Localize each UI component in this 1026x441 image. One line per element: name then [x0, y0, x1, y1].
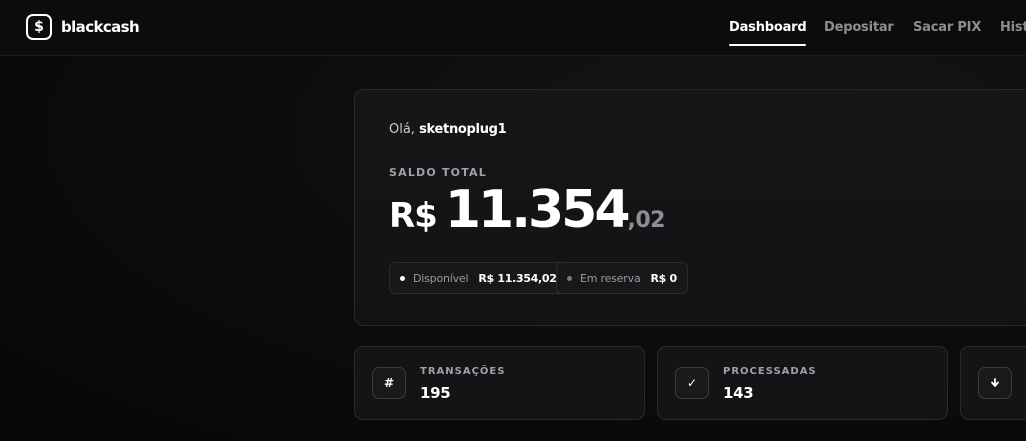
arrow-down-glyph — [991, 378, 999, 387]
status-dot-icon — [400, 275, 405, 281]
username: sketnoplug1 — [419, 122, 507, 137]
stat-value: 143 — [723, 384, 754, 402]
balance-cents: ,02 — [627, 208, 666, 233]
reserve-balance-pill: Em reserva R$ 0 — [556, 262, 688, 294]
balance-integer: 11.354 — [444, 180, 631, 240]
nav-tab-sacar-pix[interactable]: Sacar PIX — [913, 20, 981, 35]
stat-value: 195 — [420, 384, 451, 402]
check-icon: ✓ — [675, 367, 709, 399]
balance-currency: R$ — [389, 196, 438, 236]
nav-tab-label: Dashboard — [729, 20, 807, 35]
reserve-label: Em reserva — [580, 271, 641, 285]
available-balance-pill: Disponível R$ 11.354,02 — [389, 262, 568, 294]
stat-label: TRANSAÇÕES — [420, 366, 506, 377]
greeting-text: Olá, sketnoplug1 — [389, 122, 507, 137]
stat-card-processadas: ✓ PROCESSADAS 143 — [657, 346, 948, 420]
arrow-down-icon — [978, 367, 1012, 399]
brand-name: blackcash — [61, 18, 140, 36]
dollar-icon: $ — [26, 14, 52, 40]
stat-label: PROCESSADAS — [723, 366, 817, 377]
total-balance-label: SALDO TOTAL — [389, 166, 487, 179]
available-label: Disponível — [413, 271, 469, 285]
nav-tab-label: Histó — [1000, 20, 1026, 35]
nav-tab-depositar[interactable]: Depositar — [824, 20, 894, 35]
nav-tab-label: Sacar PIX — [913, 20, 982, 35]
status-dot-icon — [567, 275, 572, 281]
available-value: R$ 11.354,02 — [478, 271, 557, 285]
balance-card: Olá, sketnoplug1 SALDO TOTAL R$ 11.354 ,… — [354, 89, 1026, 326]
total-balance-amount: R$ 11.354 ,02 — [389, 180, 666, 240]
active-tab-indicator — [729, 44, 807, 46]
top-navbar: $ blackcash Dashboard Depositar Sacar PI… — [0, 0, 1026, 56]
nav-tab-historico[interactable]: Histó — [1000, 20, 1026, 35]
hash-icon: # — [372, 367, 406, 399]
nav-tab-dashboard[interactable]: Dashboard — [729, 20, 807, 46]
stat-card-partial — [960, 346, 1026, 420]
reserve-value: R$ 0 — [650, 271, 677, 285]
nav-tab-label: Depositar — [824, 20, 894, 35]
brand-logo[interactable]: $ blackcash — [26, 14, 140, 40]
greeting-prefix: Olá, — [389, 122, 420, 137]
stat-card-transacoes: # TRANSAÇÕES 195 — [354, 346, 645, 420]
